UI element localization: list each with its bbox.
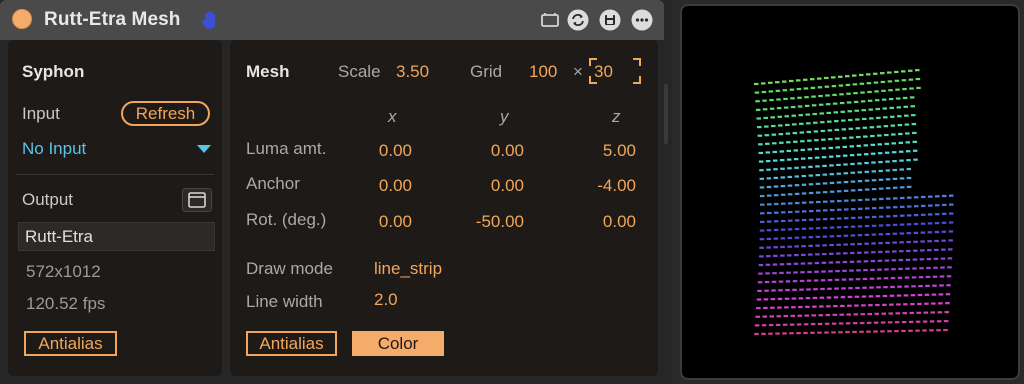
draw-mode-label: Draw mode — [246, 259, 333, 278]
chevron-down-icon[interactable] — [196, 144, 212, 154]
grid-y-value: 30 — [594, 62, 613, 81]
grid-y-number-box[interactable]: 30 — [589, 58, 641, 84]
device-titlebar: Rutt-Etra Mesh — [0, 0, 664, 40]
output-name-field[interactable]: Rutt-Etra — [18, 222, 215, 251]
syphon-antialias-toggle[interactable]: Antialias — [24, 331, 117, 356]
rotation-y-value[interactable]: -50.00 — [450, 212, 524, 232]
axis-y-label: y — [500, 107, 509, 126]
anchor-label: Anchor — [246, 174, 300, 193]
mesh-header: Mesh — [246, 62, 290, 81]
axis-x-label: x — [388, 107, 397, 126]
axis-z-label: z — [612, 107, 621, 126]
device-container: Rutt-Etra Mesh Syphon Input Refresh No I… — [0, 0, 672, 384]
scale-value[interactable]: 3.50 — [396, 62, 429, 82]
color-toggle[interactable]: Color — [352, 331, 444, 356]
refresh-button[interactable]: Refresh — [121, 101, 210, 126]
divider — [16, 174, 214, 175]
scale-label: Scale — [338, 62, 381, 81]
line-width-value[interactable]: 2.0 — [374, 290, 398, 310]
line-width-label: Line width — [246, 292, 323, 311]
input-select-value[interactable]: No Input — [22, 139, 86, 159]
rotation-label: Rot. (deg.) — [246, 210, 327, 229]
panel-scroll-handle[interactable] — [664, 84, 668, 144]
grid-times: × — [573, 62, 583, 81]
output-fps: 120.52 fps — [26, 294, 106, 313]
power-toggle-icon[interactable] — [12, 9, 32, 29]
window-icon[interactable] — [182, 188, 212, 212]
luma-y-value[interactable]: 0.00 — [462, 141, 524, 161]
luma-x-value[interactable]: 0.00 — [350, 141, 412, 161]
rotation-x-value[interactable]: 0.00 — [350, 212, 412, 232]
grid-x-value[interactable]: 100 — [529, 62, 557, 82]
anchor-x-value[interactable]: 0.00 — [350, 176, 412, 196]
draw-mode-value[interactable]: line_strip — [374, 259, 442, 279]
mesh-preview-canvas — [754, 69, 954, 336]
device-title: Rutt-Etra Mesh — [44, 9, 181, 30]
syphon-panel: Syphon Input Refresh No Input Output Rut… — [8, 40, 222, 376]
rotation-z-value[interactable]: 0.00 — [574, 212, 636, 232]
save-icon[interactable] — [599, 9, 621, 31]
mesh-panel: Mesh Scale 3.50 Grid 100 × 30 x y z Luma… — [230, 40, 658, 376]
anchor-z-value[interactable]: -4.00 — [574, 176, 636, 196]
input-label: Input — [22, 104, 60, 123]
output-resolution: 572x1012 — [26, 262, 101, 281]
more-icon[interactable] — [631, 9, 653, 31]
grid-label: Grid — [470, 62, 503, 81]
luma-amt-label: Luma amt. — [246, 139, 327, 158]
syphon-header: Syphon — [22, 62, 85, 81]
mesh-preview — [680, 4, 1020, 380]
hand-icon — [201, 11, 216, 29]
anchor-y-value[interactable]: 0.00 — [462, 176, 524, 196]
mesh-antialias-toggle[interactable]: Antialias — [246, 331, 337, 356]
luma-z-value[interactable]: 5.00 — [574, 141, 636, 161]
sync-icon[interactable] — [567, 9, 589, 31]
output-label: Output — [22, 190, 74, 209]
keyboard-map-icon[interactable] — [539, 9, 561, 31]
